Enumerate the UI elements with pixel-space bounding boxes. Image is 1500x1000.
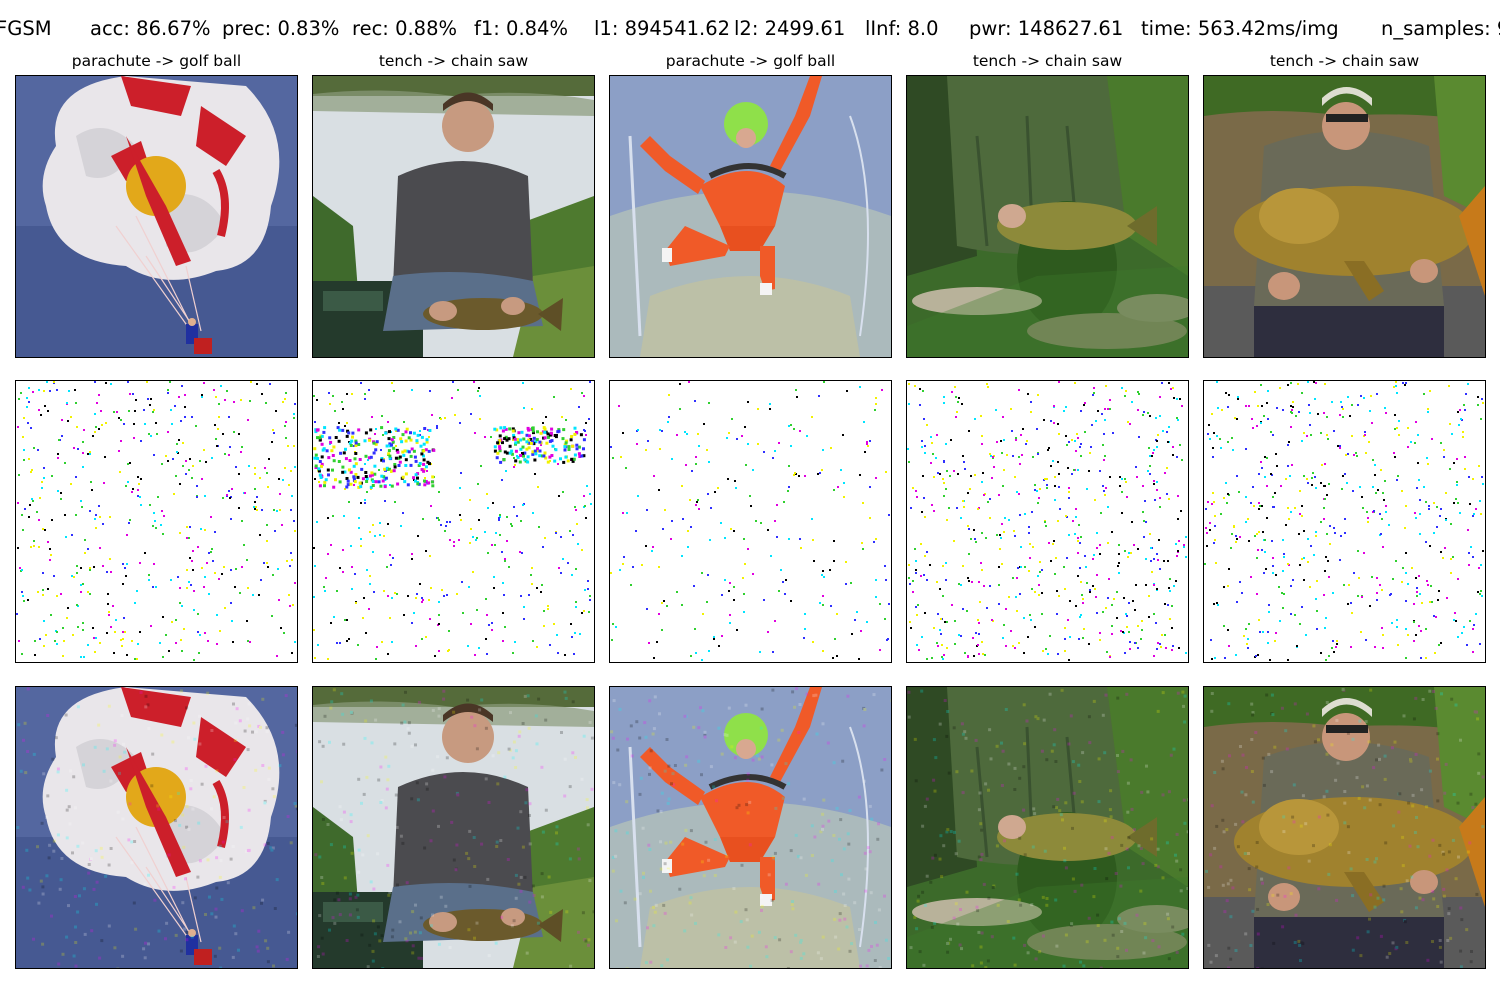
- original-image: [312, 75, 595, 358]
- l2-metric: l2: 2499.61: [734, 17, 846, 40]
- perturbation-map-graphic: [16, 381, 297, 662]
- original-image: [15, 75, 298, 358]
- perturbation-map: [609, 380, 892, 663]
- linf-metric: lInf: 8.0: [865, 17, 939, 40]
- original-image-graphic: [16, 76, 297, 357]
- adversarial-image: [312, 686, 595, 969]
- column-title: parachute -> golf ball: [665, 52, 836, 70]
- adversarial-image: [609, 686, 892, 969]
- l1-metric: l1: 894541.62: [594, 17, 731, 40]
- adversarial-image-graphic: [610, 687, 891, 968]
- column-title: tench -> chain saw: [378, 52, 529, 70]
- adversarial-image-graphic: [16, 687, 297, 968]
- column-title: parachute -> golf ball: [71, 52, 242, 70]
- time-metric: time: 563.42ms/img: [1141, 17, 1339, 40]
- original-image: [609, 75, 892, 358]
- adversarial-image-graphic: [907, 687, 1188, 968]
- perturbation-map-graphic: [1204, 381, 1485, 662]
- perturbation-map-graphic: [313, 381, 594, 662]
- original-image-graphic: [313, 76, 594, 357]
- adversarial-image: [1203, 686, 1486, 969]
- accuracy-metric: acc: 86.67%: [90, 17, 211, 40]
- precision-metric: prec: 0.83%: [222, 17, 340, 40]
- attack-name: FGSM: [0, 17, 52, 40]
- perturbation-map: [906, 380, 1189, 663]
- original-image: [1203, 75, 1486, 358]
- perturbation-map: [15, 380, 298, 663]
- column-title: tench -> chain saw: [972, 52, 1123, 70]
- adversarial-image: [15, 686, 298, 969]
- f1-metric: f1: 0.84%: [474, 17, 568, 40]
- original-image-graphic: [610, 76, 891, 357]
- column-title: tench -> chain saw: [1269, 52, 1420, 70]
- sample-count: n_samples: 9: [1381, 17, 1500, 40]
- perturbation-map: [1203, 380, 1486, 663]
- adversarial-image: [906, 686, 1189, 969]
- recall-metric: rec: 0.88%: [352, 17, 458, 40]
- metrics-header: FGSM acc: 86.67% prec: 0.83% rec: 0.88% …: [0, 14, 1500, 44]
- original-image-graphic: [1204, 76, 1485, 357]
- power-metric: pwr: 148627.61: [969, 17, 1124, 40]
- perturbation-map-graphic: [907, 381, 1188, 662]
- adversarial-image-graphic: [313, 687, 594, 968]
- original-image: [906, 75, 1189, 358]
- perturbation-map: [312, 380, 595, 663]
- original-image-graphic: [907, 76, 1188, 357]
- adversarial-image-graphic: [1204, 687, 1485, 968]
- perturbation-map-graphic: [610, 381, 891, 662]
